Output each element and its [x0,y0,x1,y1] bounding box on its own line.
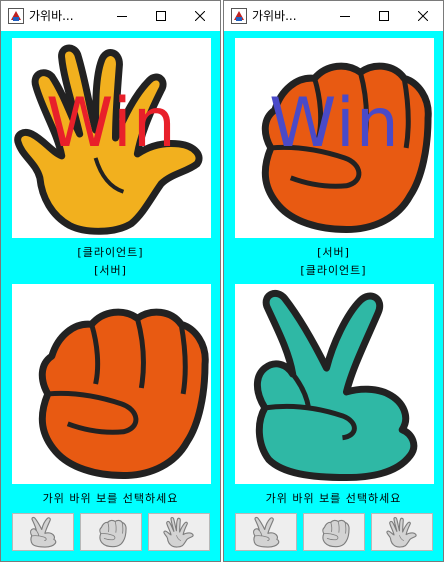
scissors-icon [250,516,282,548]
my-hand-panel [12,284,211,484]
win-result-text: Win [269,84,400,163]
java-app-icon [8,8,24,24]
paper-choice-button[interactable] [371,513,433,551]
scissors-hand-image [235,284,434,484]
maximize-icon [379,11,389,21]
client-window: 가위바... Win [클라이언트] [서버] 가위 바위 보를 선택하세요 [0,0,221,562]
paper-icon [163,516,195,548]
maximize-button[interactable] [142,1,180,31]
maximize-button[interactable] [365,1,403,31]
opponent-hand-panel: Win [12,38,211,238]
win-result-text: Win [46,84,177,163]
window-title: 가위바... [252,9,297,23]
choose-prompt: 가위 바위 보를 선택하세요 [265,492,402,505]
top-player-label: [클라이언트] [77,246,144,259]
top-player-label: [서버] [317,246,350,259]
rock-icon [95,516,127,548]
bottom-player-label: [클라이언트] [300,264,367,277]
rock-choice-button[interactable] [303,513,365,551]
java-app-icon [231,8,247,24]
scissors-choice-button[interactable] [12,513,74,551]
server-window: 가위바... Win [서버] [클라이언트] 가위 바위 보를 선택하세요 [223,0,444,562]
close-icon [418,11,428,21]
rock-icon [318,516,350,548]
paper-choice-button[interactable] [148,513,210,551]
choose-prompt: 가위 바위 보를 선택하세요 [42,492,179,505]
title-bar[interactable]: 가위바... [224,1,443,31]
close-button[interactable] [404,1,442,31]
paper-icon [386,516,418,548]
close-button[interactable] [181,1,219,31]
scissors-icon [27,516,59,548]
minimize-button[interactable] [326,1,364,31]
minimize-icon [340,16,350,17]
opponent-hand-panel: Win [235,38,434,238]
title-bar[interactable]: 가위바... [1,1,220,31]
maximize-icon [156,11,166,21]
rock-choice-button[interactable] [80,513,142,551]
rock-hand-image [12,284,211,484]
bottom-player-label: [서버] [94,264,127,277]
minimize-icon [117,16,127,17]
minimize-button[interactable] [103,1,141,31]
my-hand-panel [235,284,434,484]
close-icon [195,11,205,21]
window-title: 가위바... [29,9,74,23]
scissors-choice-button[interactable] [235,513,297,551]
